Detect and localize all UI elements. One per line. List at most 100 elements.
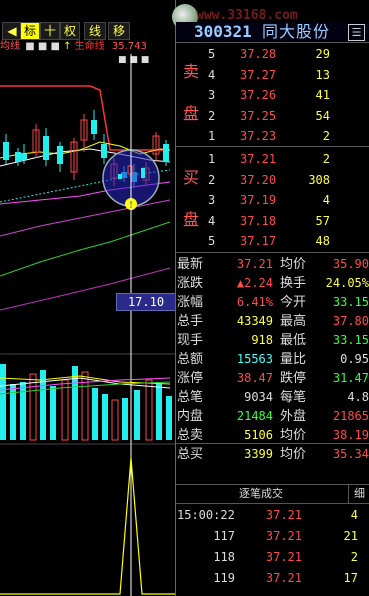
divider	[176, 443, 369, 444]
volume-bar	[102, 394, 108, 440]
order-level: 1	[208, 129, 216, 143]
order-volume: 48	[315, 234, 330, 248]
stat-value: 35.90	[332, 257, 369, 271]
stat-label: 最高	[280, 314, 307, 329]
order-price: 37.27	[240, 67, 277, 82]
divider	[176, 252, 369, 253]
stat-label: 均价	[280, 257, 307, 272]
tb-button-cross[interactable]: 十	[40, 22, 60, 40]
stat-value: 3399	[244, 447, 273, 461]
stat-value: 35.34	[332, 447, 369, 461]
order-price: 37.26	[240, 88, 277, 102]
tb-button-mark[interactable]: 标	[20, 22, 40, 40]
divider	[176, 42, 369, 43]
stat-label: 量比	[280, 352, 307, 367]
stat-label: 均价	[280, 447, 307, 462]
stock-code[interactable]: 300321	[194, 22, 252, 42]
order-volume: 2	[322, 152, 330, 166]
scroll-left-icon[interactable]: ◀	[2, 22, 22, 40]
order-price: 37.20	[240, 172, 277, 187]
candle	[15, 152, 21, 162]
logo-text: www.33168.com	[196, 8, 298, 23]
stat-label: 涨停	[177, 371, 204, 386]
order-level: 3	[208, 193, 216, 207]
stat-label: 总买	[177, 447, 204, 462]
volume-bar	[166, 396, 172, 440]
stat-label: 涨幅	[177, 295, 204, 310]
volume-bar	[156, 384, 162, 440]
order-level: 1	[208, 152, 216, 166]
stat-value: 0.95	[340, 352, 369, 366]
stat-label: 今开	[280, 295, 307, 310]
order-volume: 308	[308, 172, 330, 187]
volume-bar	[122, 398, 128, 440]
candle	[43, 136, 49, 160]
indicator-subbar: 均线 ■ ■ ■ ↑ 生命线 35.743	[0, 40, 175, 54]
ma-dots: ■ ■ ■	[25, 41, 60, 52]
order-level: 3	[208, 88, 216, 102]
candle	[57, 146, 63, 164]
order-price: 37.18	[240, 213, 277, 228]
order-price: 37.21	[240, 152, 277, 166]
stat-value: 15563	[236, 352, 273, 366]
trades-title[interactable]: 逐笔成交	[176, 485, 346, 503]
lifeline-label: 生命线	[74, 41, 105, 52]
order-volume: 29	[315, 47, 330, 61]
stat-value: ▲2.24	[236, 276, 273, 290]
trade-volume: 2	[350, 550, 358, 564]
trade-price: 37.21	[265, 508, 302, 522]
chart-toolbar: ◀ 标 十 权 线 移	[0, 0, 175, 40]
order-price: 37.17	[240, 234, 277, 248]
volume-bar	[40, 370, 46, 440]
cursor-price-tag: 17.10	[116, 293, 176, 311]
stat-value: 6.41%	[236, 295, 273, 309]
volume-bar	[134, 390, 140, 440]
trade-time: 15:00:22	[177, 508, 235, 522]
buy-label-top: 买	[182, 168, 199, 187]
stat-label: 最低	[280, 333, 307, 348]
order-level: 5	[208, 234, 216, 248]
tb-button-rights[interactable]: 权	[60, 22, 80, 40]
stat-label: 外盘	[280, 409, 307, 424]
stat-value: 37.21	[236, 257, 273, 271]
kline-chart[interactable]: ■ ■ ■ !	[0, 54, 175, 596]
stat-label: 换手	[280, 276, 307, 291]
stat-label: 最新	[177, 257, 204, 272]
trade-price: 37.21	[265, 550, 302, 564]
trade-volume: 21	[343, 529, 358, 543]
sell-label-bottom: 盘	[182, 104, 199, 123]
tb-button-line[interactable]: 线	[84, 22, 106, 40]
sell-label-top: 卖	[182, 62, 199, 81]
stat-value: 43349	[236, 314, 273, 328]
order-price: 37.25	[240, 108, 277, 123]
stat-label: 内盘	[177, 409, 204, 424]
order-volume: 13	[315, 67, 330, 82]
order-level: 2	[208, 108, 216, 123]
divider	[176, 503, 369, 504]
order-price: 37.23	[240, 129, 277, 143]
candle	[3, 142, 9, 160]
lifeline-value: 35.743	[111, 41, 147, 52]
trades-detail-tab[interactable]: 细	[348, 485, 369, 503]
dots-row: ■ ■ ■	[118, 55, 149, 65]
trade-price: 37.21	[265, 529, 302, 543]
volume-bar	[20, 382, 26, 440]
arrow-up-icon: ↑	[63, 41, 72, 52]
stat-value: 24.05%	[325, 276, 369, 290]
volume-bar	[50, 386, 56, 440]
stock-name[interactable]: 同大股份	[262, 22, 330, 42]
order-price: 37.19	[240, 193, 277, 207]
order-volume: 2	[322, 129, 330, 143]
stat-value: 21484	[236, 409, 273, 423]
stat-value: 918	[251, 333, 273, 347]
menu-icon[interactable]: ☰	[348, 24, 365, 41]
tb-button-move[interactable]: 移	[108, 22, 130, 40]
trade-time: 117	[213, 529, 235, 543]
stat-label: 每笔	[280, 390, 307, 405]
order-volume: 54	[315, 108, 330, 123]
trade-price: 37.21	[265, 571, 302, 585]
trade-volume: 4	[350, 508, 358, 522]
candle	[21, 154, 27, 160]
toolbar-spacer	[132, 20, 172, 40]
trade-time: 118	[213, 550, 235, 564]
